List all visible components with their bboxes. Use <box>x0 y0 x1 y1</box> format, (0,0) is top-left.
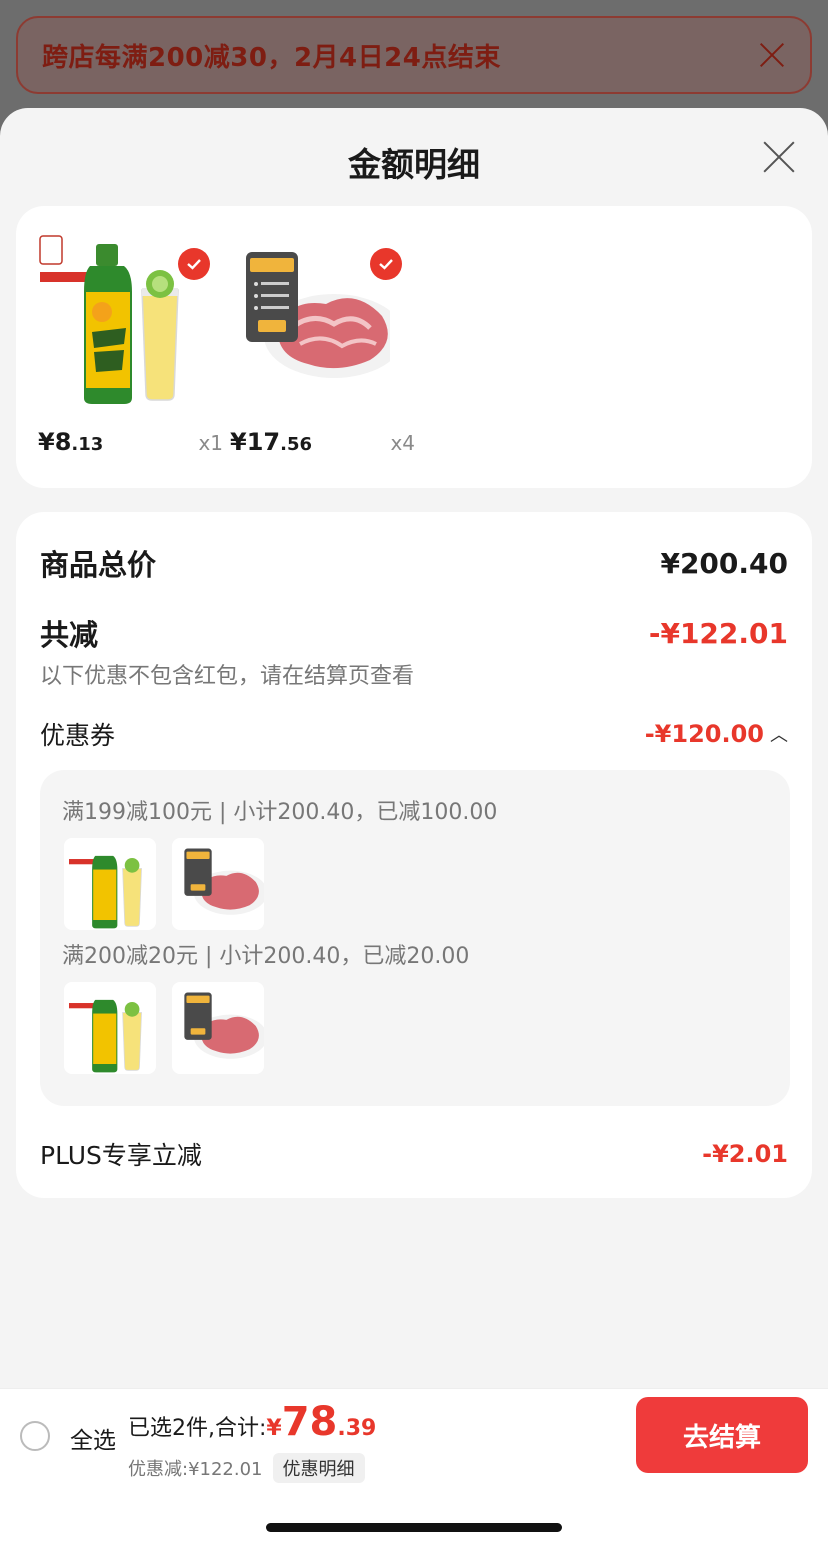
plus-label: PLUS专享立减 <box>40 1141 202 1170</box>
coupon-row[interactable]: 优惠券 -¥120.00 ︿ <box>40 716 788 752</box>
product-price-row: ¥17 .56 x4 <box>230 428 415 456</box>
product-item[interactable]: ¥8 .13 x1 <box>38 232 223 456</box>
amount-detail-sheet: 金额明细 ¥8 .13 x1 ¥17 .56 x4 商品总价 ¥200.40 共… <box>0 108 828 1546</box>
total-dec: .39 <box>337 1416 377 1441</box>
chevron-up-icon[interactable]: ︿ <box>770 721 788 747</box>
beef-thumb <box>172 982 264 1074</box>
plus-value: -¥2.01 <box>702 1140 788 1168</box>
promo-banner: 跨店每满200减30，2月4日24点结束 <box>16 16 812 94</box>
selected-summary: 已选2件,合计: ¥ 78 .39 <box>128 1399 376 1445</box>
product-item[interactable]: ¥17 .56 x4 <box>230 232 415 456</box>
discount-note: 以下优惠不包含红包，请在结算页查看 <box>40 664 415 689</box>
total-int: 78 <box>281 1399 338 1445</box>
coupon-label: 优惠券 <box>40 721 116 750</box>
juice-thumb <box>64 838 156 930</box>
select-all-label[interactable]: 全选 <box>70 1421 116 1455</box>
checkout-bar: 全选 已选2件,合计: ¥ 78 .39 优惠减:¥122.01 优惠明细 去结… <box>0 1388 828 1546</box>
discount-row: 优惠减:¥122.01 优惠明细 <box>128 1453 365 1483</box>
coupon-detail-box: 满199减100元 | 小计200.40，已减100.00 满200减20元 |… <box>40 770 790 1106</box>
coupon-value: -¥120.00 <box>644 720 764 748</box>
reduce-label: 共减 <box>40 618 99 652</box>
coupon-line: 满199减100元 | 小计200.40，已减100.00 <box>62 800 498 825</box>
total-row: 商品总价 ¥200.40 <box>40 542 788 584</box>
note-row: 以下优惠不包含红包，请在结算页查看 <box>40 658 788 690</box>
product-price-int: ¥17 <box>230 428 281 456</box>
beef-product-image <box>230 232 404 407</box>
product-price-int: ¥8 <box>38 428 72 456</box>
promo-text: 跨店每满200减30，2月4日24点结束 <box>42 42 501 73</box>
reduce-value: -¥122.01 <box>648 616 788 650</box>
product-price-row: ¥8 .13 x1 <box>38 428 223 456</box>
summary-card: 商品总价 ¥200.40 共减 -¥122.01 以下优惠不包含红包，请在结算页… <box>16 512 812 1198</box>
discount-text: 优惠减:¥122.01 <box>128 1459 263 1480</box>
juice-thumb <box>64 982 156 1074</box>
product-price-dec: .13 <box>71 434 104 455</box>
checkout-button[interactable]: 去结算 <box>636 1397 808 1473</box>
coupon-line: 满200减20元 | 小计200.40，已减20.00 <box>62 944 470 969</box>
total-label: 商品总价 <box>40 548 157 582</box>
total-symbol: ¥ <box>266 1416 282 1441</box>
products-card: ¥8 .13 x1 ¥17 .56 x4 <box>16 206 812 488</box>
juice-product-image <box>38 232 210 407</box>
selected-check-icon[interactable] <box>370 248 402 280</box>
close-icon[interactable] <box>762 140 796 174</box>
sheet-title: 金额明细 <box>348 145 480 184</box>
total-value: ¥200.40 <box>660 546 788 580</box>
beef-thumb <box>172 838 264 930</box>
selected-check-icon[interactable] <box>178 248 210 280</box>
product-price-dec: .56 <box>280 434 312 455</box>
plus-row: PLUS专享立减 -¥2.01 <box>40 1136 788 1172</box>
home-indicator <box>266 1523 562 1532</box>
discount-detail-link[interactable]: 优惠明细 <box>272 1453 365 1483</box>
promo-close-icon[interactable] <box>758 41 786 69</box>
select-all-radio-icon[interactable] <box>20 1421 50 1451</box>
product-qty: x4 <box>390 431 415 455</box>
selected-text: 已选2件,合计: <box>128 1416 267 1441</box>
product-qty: x1 <box>198 431 223 455</box>
reduce-row: 共减 -¥122.01 <box>40 612 788 654</box>
